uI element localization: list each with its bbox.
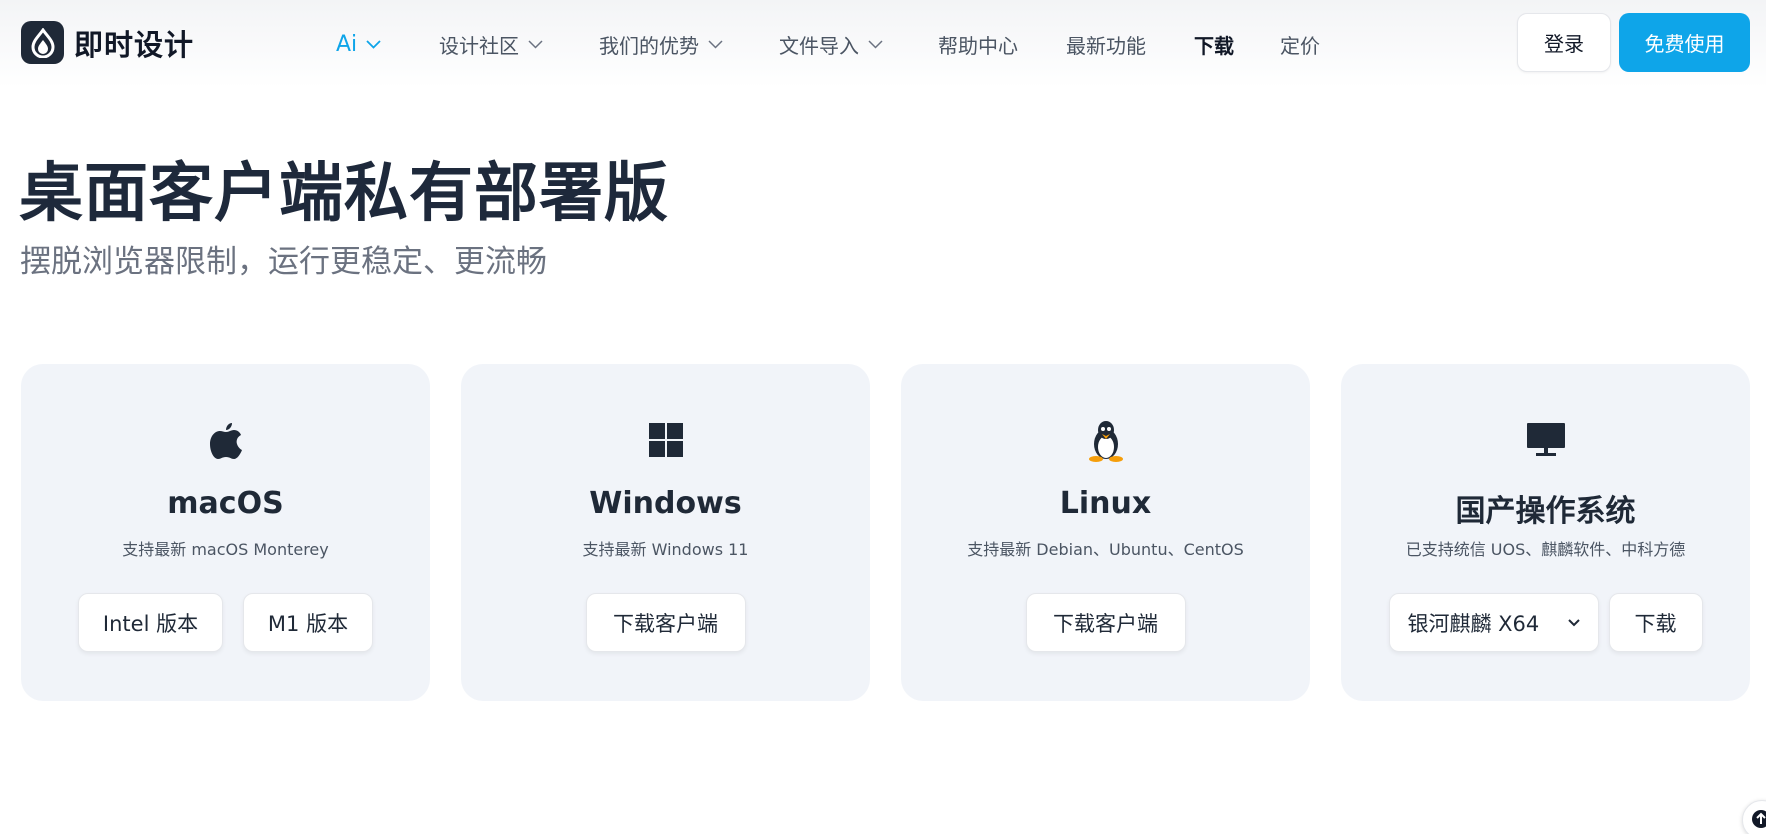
card-description: 支持最新 macOS Monterey <box>122 540 329 559</box>
download-client-button[interactable]: 下载客户端 <box>1025 593 1186 652</box>
card-title: Linux <box>1059 486 1152 521</box>
intel-version-button[interactable]: Intel 版本 <box>78 593 223 652</box>
page-subtitle: 摆脱浏览器限制，运行更稳定、更流畅 <box>20 244 547 280</box>
windows-icon <box>461 420 870 460</box>
chevron-down-icon <box>528 39 543 49</box>
brand-logo[interactable]: 即时设计 <box>21 21 194 64</box>
linux-icon <box>901 420 1310 462</box>
os-version-select[interactable]: 银河麒麟 X64 <box>1388 593 1599 652</box>
nav-item-pricing[interactable]: 定价 <box>1280 0 1340 88</box>
scroll-top-button[interactable] <box>1742 800 1766 834</box>
nav-item-file-import[interactable]: 文件导入 <box>779 0 938 88</box>
nav-item-label: 我们的优势 <box>599 33 699 58</box>
apple-icon <box>21 420 430 460</box>
nav-item-label: 文件导入 <box>779 33 859 58</box>
top-navigation-bar: 即时设计 Ai 设计社区 我们的优势 文件导入 帮助中心 最新功能 下载 定价 <box>0 0 1766 88</box>
platform-card-macos: macOS 支持最新 macOS Monterey Intel 版本 M1 版本 <box>21 364 430 701</box>
platform-card-windows: Windows 支持最新 Windows 11 下载客户端 <box>461 364 870 701</box>
card-actions: 下载客户端 <box>461 593 870 652</box>
chevron-down-icon <box>1567 618 1580 626</box>
card-description: 已支持统信 UOS、麒麟软件、中科方德 <box>1405 540 1686 559</box>
card-title: Windows <box>589 486 742 521</box>
nav-item-download[interactable]: 下载 <box>1194 0 1280 88</box>
select-value: 银河麒麟 X64 <box>1407 611 1540 636</box>
nav-item-label: Ai <box>336 31 358 57</box>
nav-item-label: 设计社区 <box>439 33 519 58</box>
free-trial-button[interactable]: 免费使用 <box>1619 13 1750 72</box>
arrow-up-icon <box>1752 810 1766 828</box>
nav-item-new-features[interactable]: 最新功能 <box>1066 0 1194 88</box>
m1-version-button[interactable]: M1 版本 <box>243 593 373 652</box>
chevron-down-icon <box>868 39 883 49</box>
platform-card-domestic-os: 国产操作系统 已支持统信 UOS、麒麟软件、中科方德 银河麒麟 X64 下载 <box>1341 364 1750 701</box>
card-description: 支持最新 Debian、Ubuntu、CentOS <box>967 540 1244 559</box>
nav-item-label: 最新功能 <box>1066 33 1146 58</box>
main-nav: Ai 设计社区 我们的优势 文件导入 帮助中心 最新功能 下载 定价 <box>336 0 1340 88</box>
page-title: 桌面客户端私有部署版 <box>19 157 669 231</box>
nav-item-ai[interactable]: Ai <box>336 0 439 88</box>
platform-card-linux: Linux 支持最新 Debian、Ubuntu、CentOS 下载客户端 <box>901 364 1310 701</box>
nav-item-design-community[interactable]: 设计社区 <box>439 0 599 88</box>
monitor-icon <box>1341 420 1750 460</box>
login-button[interactable]: 登录 <box>1517 13 1611 72</box>
card-title: 国产操作系统 <box>1455 494 1636 529</box>
card-actions: 下载客户端 <box>901 593 1310 652</box>
card-description: 支持最新 Windows 11 <box>582 540 749 559</box>
card-actions: Intel 版本 M1 版本 <box>21 593 430 652</box>
nav-item-label: 下载 <box>1194 33 1234 58</box>
nav-item-help-center[interactable]: 帮助中心 <box>938 0 1066 88</box>
chevron-down-icon <box>366 39 381 49</box>
download-client-button[interactable]: 下载客户端 <box>585 593 746 652</box>
card-actions: 银河麒麟 X64 下载 <box>1341 593 1750 652</box>
chevron-down-icon <box>708 39 723 49</box>
nav-item-advantages[interactable]: 我们的优势 <box>599 0 779 88</box>
logo-icon <box>21 21 64 64</box>
nav-item-label: 帮助中心 <box>938 33 1018 58</box>
nav-item-label: 定价 <box>1280 33 1320 58</box>
download-button[interactable]: 下载 <box>1608 593 1703 652</box>
logo-text: 即时设计 <box>74 27 195 62</box>
card-title: macOS <box>167 486 284 521</box>
